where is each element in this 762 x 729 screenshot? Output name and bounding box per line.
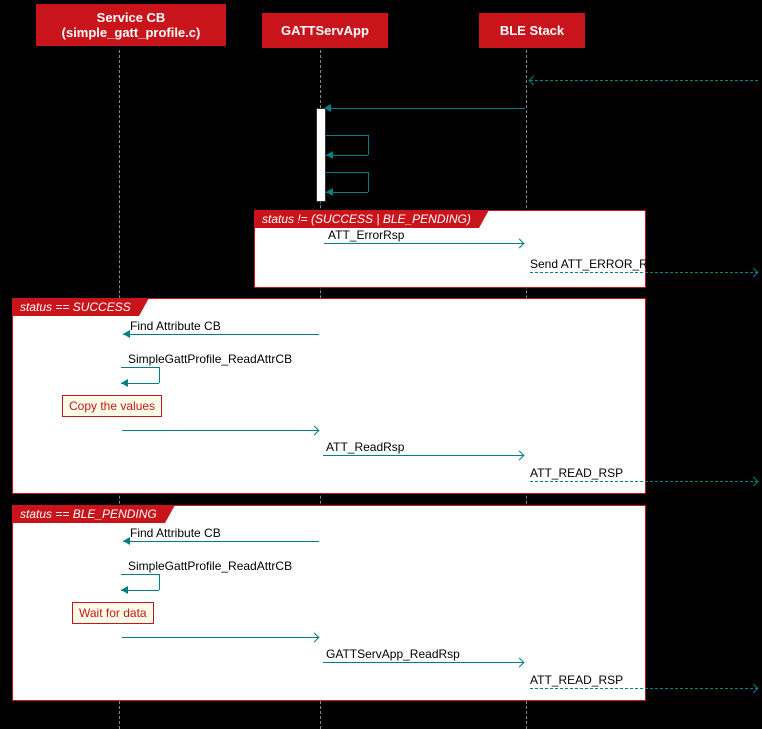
label-readrsp: ATT_ReadRsp — [326, 440, 404, 454]
label-read2: SimpleGattProfile_ReadAttrCB — [128, 559, 292, 573]
msg-send-error — [530, 272, 758, 273]
participant-blestack: BLE Stack — [479, 13, 585, 48]
msg-incoming-ble — [530, 80, 758, 81]
participant-service-cb: Service CB (simple_gatt_profile.c) — [36, 4, 226, 46]
msg-ble-to-gatt — [324, 108, 525, 109]
msg-gattread — [323, 662, 523, 663]
note-copy: Copy the values — [62, 395, 162, 417]
participant-gattservapp: GATTServApp — [262, 13, 388, 48]
label-find2: Find Attribute CB — [130, 526, 221, 540]
read1-top — [121, 367, 159, 368]
group-success-header: status == SUCCESS — [12, 298, 139, 316]
arrow-attread2 — [749, 684, 759, 694]
self1-arrow — [326, 151, 333, 159]
msg-attread2 — [530, 688, 758, 689]
self1-side — [368, 135, 369, 155]
msg-svc-to-gatt1 — [122, 430, 318, 431]
participant-service-cb-l1: Service CB — [46, 10, 216, 25]
label-find1: Find Attribute CB — [130, 319, 221, 333]
msg-find1 — [123, 334, 319, 335]
self2-side — [368, 172, 369, 192]
msg-readrsp — [323, 455, 523, 456]
read2-arrow — [121, 586, 128, 594]
arrow-attread1 — [749, 477, 759, 487]
group-pending-header: status == BLE_PENDING — [12, 505, 165, 523]
self1-top — [326, 135, 368, 136]
label-gattread: GATTServApp_ReadRsp — [326, 647, 460, 661]
group-error-header: status != (SUCCESS | BLE_PENDING) — [254, 210, 479, 228]
label-attread1: ATT_READ_RSP — [530, 466, 623, 480]
arrow-incoming-ble — [529, 76, 539, 86]
read2-top — [121, 574, 159, 575]
label-send-error: Send ATT_ERROR_RSP — [530, 257, 664, 271]
label-attread2: ATT_READ_RSP — [530, 673, 623, 687]
arrow-send-error — [749, 268, 759, 278]
activation-gatt — [316, 108, 326, 202]
arrow-find1 — [123, 330, 130, 338]
msg-attread1 — [530, 481, 758, 482]
msg-find2 — [123, 541, 319, 542]
note-wait: Wait for data — [72, 602, 154, 624]
self2-arrow — [326, 188, 333, 196]
msg-svc-to-gatt2 — [122, 637, 318, 638]
label-errorrsp: ATT_ErrorRsp — [328, 228, 404, 242]
self2-top — [326, 172, 368, 173]
read1-side — [159, 367, 160, 383]
read1-arrow — [121, 379, 128, 387]
label-read1: SimpleGattProfile_ReadAttrCB — [128, 352, 292, 366]
arrow-find2 — [123, 537, 130, 545]
participant-service-cb-l2: (simple_gatt_profile.c) — [46, 25, 216, 40]
msg-errorrsp — [324, 243, 523, 244]
read2-side — [159, 574, 160, 590]
